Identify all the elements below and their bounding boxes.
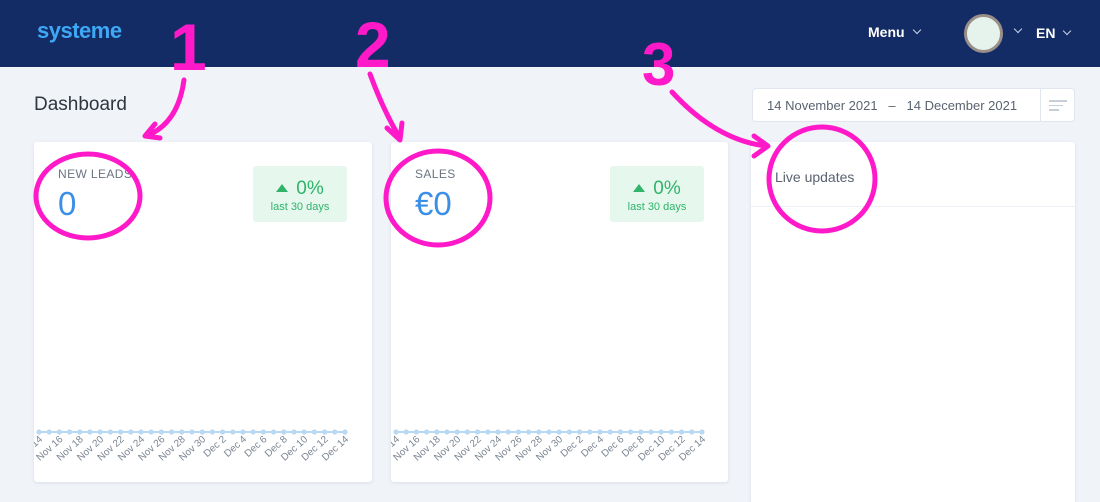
annotation-circle-1 [33, 151, 143, 241]
annotation-arrow-3 [669, 89, 769, 149]
annotation-circle-2 [383, 148, 493, 248]
annotation-overlay: 1 2 3 [33, 9, 878, 248]
annotation-number-2: 2 [355, 9, 391, 81]
annotation-number-1: 1 [170, 10, 207, 84]
annotation-circle-3 [766, 124, 878, 234]
annotation-number-3: 3 [642, 31, 675, 98]
